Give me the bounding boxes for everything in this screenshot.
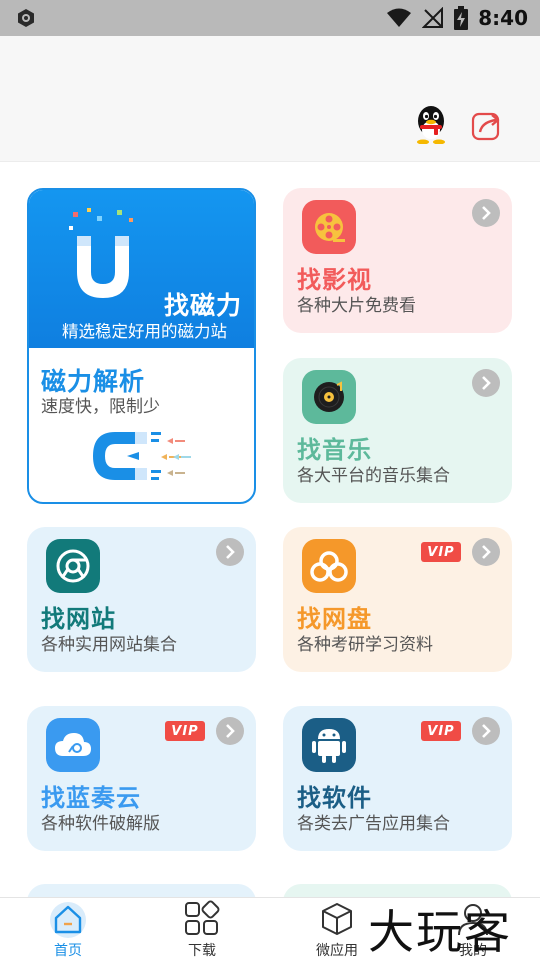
lanzou-card[interactable]: VIP 找蓝奏云 各种软件破解版 xyxy=(27,706,256,851)
share-icon[interactable] xyxy=(470,108,504,142)
qq-icon[interactable] xyxy=(412,104,450,144)
software-card-arrow-icon xyxy=(472,717,500,745)
grid-icon xyxy=(185,900,220,935)
software-vip-badge: VIP xyxy=(421,721,461,741)
status-time: 8:40 xyxy=(478,6,528,30)
music-card-title: 找音乐 xyxy=(297,436,372,464)
music-card-arrow-icon xyxy=(472,369,500,397)
netdisk-card-subtitle: 各种考研学习资料 xyxy=(297,635,433,655)
website-card-subtitle: 各种实用网站集合 xyxy=(41,635,177,655)
cloud-icon xyxy=(46,718,100,772)
app-notification-icon xyxy=(18,9,34,27)
film-reel-icon xyxy=(302,200,356,254)
browser-icon xyxy=(46,539,100,593)
partial-card-left[interactable] xyxy=(27,884,256,897)
magnet-card-title: 找磁力 xyxy=(163,291,242,320)
video-card-title: 找影视 xyxy=(297,266,372,294)
vinyl-record-icon xyxy=(302,370,356,424)
main-content: 找磁力 精选稳定好用的磁力站 磁力解析 速度快，限制少 找影视 各种大片免费看 … xyxy=(0,162,540,897)
software-card[interactable]: VIP 找软件 各类去广告应用集合 xyxy=(283,706,512,851)
netdisk-card[interactable]: VIP 找网盘 各种考研学习资料 xyxy=(283,527,512,672)
netdisk-card-arrow-icon xyxy=(472,538,500,566)
wifi-icon xyxy=(387,8,412,27)
tab-download-label: 下载 xyxy=(188,943,216,959)
magnet-horizontal-icon xyxy=(93,432,191,480)
netdisk-cloud-icon xyxy=(302,539,356,593)
tab-home[interactable]: 首页 xyxy=(40,898,96,960)
no-signal-icon xyxy=(422,7,444,28)
video-card-arrow-icon xyxy=(472,199,500,227)
lanzou-vip-badge: VIP xyxy=(165,721,205,741)
lanzou-card-subtitle: 各种软件破解版 xyxy=(41,814,160,834)
tab-download[interactable]: 下载 xyxy=(172,898,232,960)
music-card-subtitle: 各大平台的音乐集合 xyxy=(297,466,450,486)
android-icon xyxy=(302,718,356,772)
tab-home-label: 首页 xyxy=(54,943,82,959)
tab-micro-apps-label: 微应用 xyxy=(316,943,358,959)
magnet-card-header: 找磁力 精选稳定好用的磁力站 xyxy=(29,190,254,348)
home-icon xyxy=(50,902,86,938)
magnet-card[interactable]: 找磁力 精选稳定好用的磁力站 磁力解析 速度快，限制少 xyxy=(27,188,256,504)
netdisk-vip-badge: VIP xyxy=(421,542,461,562)
music-card[interactable]: 找音乐 各大平台的音乐集合 xyxy=(283,358,512,503)
tab-micro-apps[interactable]: 微应用 xyxy=(306,898,368,960)
magnet-icon xyxy=(69,208,133,298)
battery-charging-icon xyxy=(454,6,469,30)
magnet-parse-subtitle: 速度快，限制少 xyxy=(41,397,160,417)
watermark-text: 大玩客 xyxy=(368,905,512,959)
lanzou-card-arrow-icon xyxy=(216,717,244,745)
cube-icon xyxy=(322,903,352,935)
video-card[interactable]: 找影视 各种大片免费看 xyxy=(283,188,512,333)
video-card-subtitle: 各种大片免费看 xyxy=(297,296,416,316)
netdisk-card-title: 找网盘 xyxy=(297,605,372,633)
status-bar: 8:40 xyxy=(0,0,540,36)
website-card[interactable]: 找网站 各种实用网站集合 xyxy=(27,527,256,672)
software-card-subtitle: 各类去广告应用集合 xyxy=(297,814,450,834)
lanzou-card-title: 找蓝奏云 xyxy=(41,784,141,812)
website-card-title: 找网站 xyxy=(41,605,116,633)
status-icons: 8:40 xyxy=(386,0,528,36)
website-card-arrow-icon xyxy=(216,538,244,566)
software-card-title: 找软件 xyxy=(297,784,372,812)
app-header xyxy=(0,36,540,162)
magnet-card-subtitle: 精选稳定好用的磁力站 xyxy=(62,322,227,341)
